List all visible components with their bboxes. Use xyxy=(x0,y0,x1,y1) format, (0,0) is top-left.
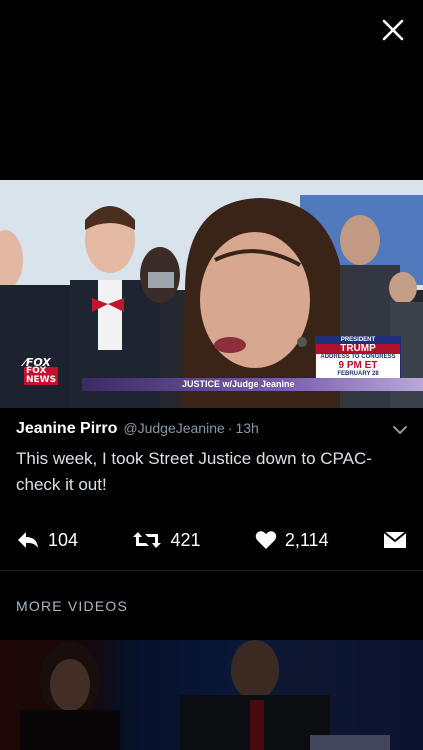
tweet-text: This week, I took Street Justice down to… xyxy=(16,449,372,494)
tweet-header: Jeanine Pirro @JudgeJeanine · 13h xyxy=(16,420,407,438)
reply-count: 104 xyxy=(48,529,79,550)
like-count: 2,114 xyxy=(284,529,329,550)
retweet-button[interactable]: 421 xyxy=(132,530,200,551)
retweet-count: 421 xyxy=(170,529,201,550)
reply-button[interactable]: 104 xyxy=(16,530,78,551)
close-icon xyxy=(382,19,404,41)
author-handle[interactable]: @JudgeJeanine xyxy=(123,420,224,436)
broadcast-promo: PRESIDENT TRUMP ADDRESS TO CONGRESS 9 PM… xyxy=(315,336,401,380)
close-button[interactable] xyxy=(377,14,409,46)
divider xyxy=(0,570,423,571)
tweet: Jeanine Pirro @JudgeJeanine · 13h This w… xyxy=(16,420,407,498)
retweet-icon xyxy=(133,532,162,548)
envelope-icon xyxy=(383,531,407,548)
tweet-actions: 104 421 2,114 xyxy=(16,526,407,554)
video-thumbnail[interactable] xyxy=(0,640,423,750)
like-button[interactable]: 2,114 xyxy=(255,530,329,551)
promo-line-2: TRUMP xyxy=(316,344,400,354)
tweet-time: 13h xyxy=(235,420,259,436)
heart-icon xyxy=(255,531,277,549)
thumbnail-overlay xyxy=(0,640,423,750)
reply-icon xyxy=(18,532,38,548)
video-player[interactable]: ⁄FOX FOX NEWS PRESIDENT TRUMP ADDRESS TO… xyxy=(0,180,423,408)
direct-message-button[interactable] xyxy=(383,530,407,550)
separator: · xyxy=(227,420,233,436)
chevron-down-icon[interactable] xyxy=(393,422,407,440)
more-videos-heading: MORE VIDEOS xyxy=(16,598,128,614)
author-name[interactable]: Jeanine Pirro xyxy=(16,420,117,438)
promo-line-4: 9 PM ET xyxy=(338,360,378,371)
show-ticker: JUSTICE w/Judge Jeanine xyxy=(82,378,423,391)
fox-news-logo: ⁄FOX FOX NEWS xyxy=(24,356,58,385)
promo-line-5: FEBRUARY 28 xyxy=(337,371,379,377)
